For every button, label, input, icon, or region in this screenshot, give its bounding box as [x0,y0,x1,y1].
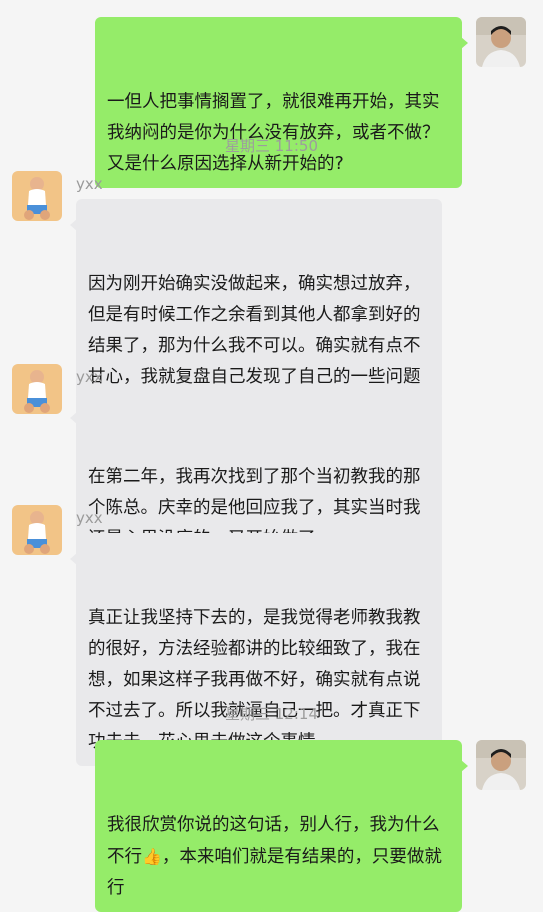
contact-avatar[interactable] [12,505,62,555]
outgoing-message-bubble[interactable]: 我很欣赏你说的这句话，别人行，我为什么不行👍，本来咱们就是有结果的，只要做就行 [95,740,468,912]
child-avatar-icon [12,171,62,221]
person-avatar-icon [476,17,526,67]
my-avatar[interactable] [476,740,526,790]
message-text: 真正让我坚持下去的，是我觉得老师教我教的很好，方法经验都讲的比较细致了，我在想，… [88,608,421,752]
child-avatar-icon [12,364,62,414]
sender-name: yxx [76,175,103,193]
timestamp: 星期三 11:50 [225,137,318,155]
incoming-message-bubble[interactable]: 因为刚开始确实没做起来，确实想过放弃，但是有时候工作之余看到其他人都拿到好的结果… [70,199,442,401]
timestamp: 星期三 12:14 [225,705,318,723]
contact-avatar[interactable] [12,171,62,221]
my-avatar[interactable] [476,17,526,67]
sender-name: yxx [76,368,103,386]
child-avatar-icon [12,505,62,555]
message-text: 一但人把事情搁置了，就很难再开始，其实我纳闷的是你为什么没有放弃，或者不做？又是… [107,92,440,174]
incoming-message-bubble[interactable]: 真正让我坚持下去的，是我觉得老师教我教的很好，方法经验都讲的比较细致了，我在想，… [70,533,442,766]
sender-name: yxx [76,509,103,527]
thumbs-up-icon: 👍 [142,847,162,866]
contact-avatar[interactable] [12,364,62,414]
person-avatar-icon [476,740,526,790]
outgoing-message-bubble[interactable]: 一但人把事情搁置了，就很难再开始，其实我纳闷的是你为什么没有放弃，或者不做？又是… [95,17,468,188]
message-text: 因为刚开始确实没做起来，确实想过放弃，但是有时候工作之余看到其他人都拿到好的结果… [88,274,421,387]
